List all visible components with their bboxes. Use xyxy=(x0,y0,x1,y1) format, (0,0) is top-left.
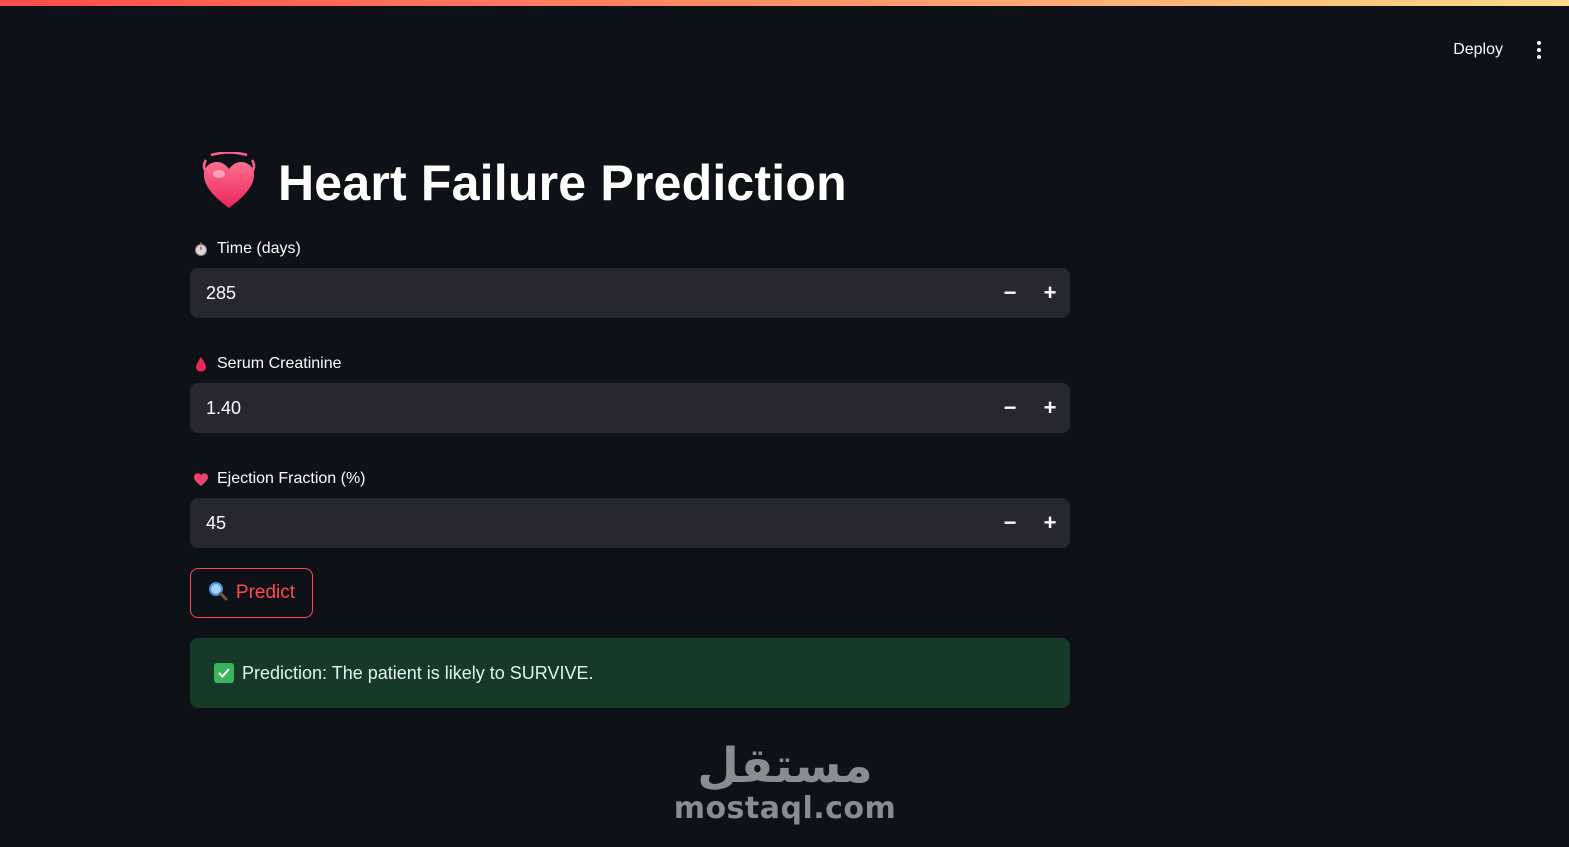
magnifier-icon xyxy=(208,581,228,606)
time-number-input[interactable]: 285 − + xyxy=(190,268,1070,318)
serum-creatinine-value[interactable]: 1.40 xyxy=(190,398,990,419)
time-value[interactable]: 285 xyxy=(190,283,990,304)
predict-button-label: Predict xyxy=(235,582,296,603)
watermark-latin: mostaql.com xyxy=(673,791,897,826)
field-label-text: Serum Creatinine xyxy=(217,355,342,372)
predict-button[interactable]: Predict xyxy=(190,568,313,618)
decrement-button[interactable]: − xyxy=(990,268,1030,318)
field-label-text: Ejection Fraction (%) xyxy=(217,470,366,487)
deploy-button[interactable]: Deploy xyxy=(1443,35,1513,65)
top-decoration-bar xyxy=(0,0,1569,6)
stopwatch-icon xyxy=(193,241,209,257)
field-label: Serum Creatinine xyxy=(190,353,1070,375)
blood-drop-icon xyxy=(193,356,209,372)
increment-button[interactable]: + xyxy=(1030,268,1070,318)
page-title: Heart Failure Prediction xyxy=(278,155,847,211)
heart-icon xyxy=(193,471,209,487)
app-toolbar: Deploy xyxy=(1443,30,1569,70)
field-label: Time (days) xyxy=(190,238,1070,260)
decrement-button[interactable]: − xyxy=(990,383,1030,433)
increment-button[interactable]: + xyxy=(1030,383,1070,433)
serum-creatinine-number-input[interactable]: 1.40 − + xyxy=(190,383,1070,433)
page-header: Heart Failure Prediction xyxy=(190,140,1070,226)
kebab-menu-icon[interactable] xyxy=(1527,38,1551,62)
field-ejection-fraction: Ejection Fraction (%) 45 − + xyxy=(190,468,1070,548)
decrement-button[interactable]: − xyxy=(990,498,1030,548)
ejection-fraction-value[interactable]: 45 xyxy=(190,513,990,534)
watermark-arabic: مستقل xyxy=(697,738,873,794)
check-mark-icon xyxy=(214,663,234,683)
field-serum-creatinine: Serum Creatinine 1.40 − + xyxy=(190,353,1070,433)
watermark-logo: مستقل mostaql.com xyxy=(674,738,896,830)
prediction-result-alert: Prediction: The patient is likely to SUR… xyxy=(190,638,1070,708)
increment-button[interactable]: + xyxy=(1030,498,1070,548)
beating-heart-icon xyxy=(198,151,260,214)
main-content: Heart Failure Prediction Time (days) 285… xyxy=(190,140,1070,708)
prediction-result-text: Prediction: The patient is likely to SUR… xyxy=(242,662,594,683)
ejection-fraction-number-input[interactable]: 45 − + xyxy=(190,498,1070,548)
field-label-text: Time (days) xyxy=(217,240,301,257)
field-label: Ejection Fraction (%) xyxy=(190,468,1070,490)
field-time: Time (days) 285 − + xyxy=(190,238,1070,318)
